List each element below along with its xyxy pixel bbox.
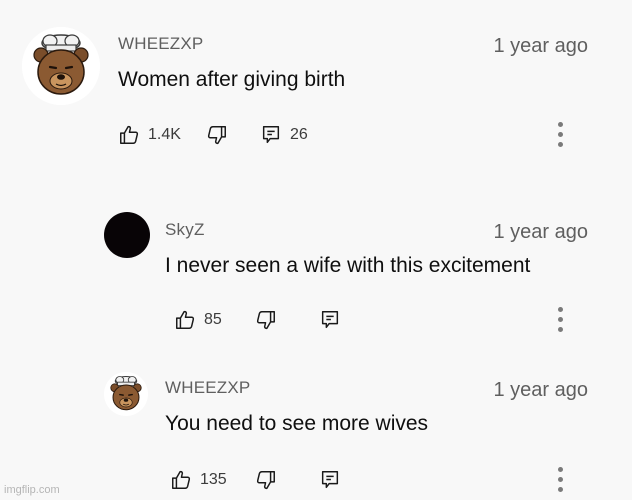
thumbs-up-icon (172, 470, 191, 489)
dislike-button[interactable] (255, 305, 277, 335)
like-count: 135 (200, 471, 227, 488)
thumbs-down-icon (256, 471, 275, 490)
reply-comment: SkyZ 1 year ago I never seen a wife with… (0, 180, 632, 350)
reply-button[interactable]: 26 (260, 120, 308, 150)
reply-button[interactable] (319, 305, 341, 335)
dislike-button[interactable] (255, 465, 277, 495)
like-button[interactable]: 135 (170, 465, 227, 495)
avatar[interactable] (104, 372, 148, 416)
comment-text: You need to see more wives (165, 412, 429, 435)
reply-count: 26 (290, 126, 308, 143)
comment-timestamp[interactable]: 1 year ago (493, 379, 588, 402)
chef-bear-icon (22, 27, 100, 105)
comment-thread: WHEEZXP 1 year ago Women after giving bi… (0, 0, 632, 180)
reply-icon (321, 311, 339, 329)
thumbs-down-icon (207, 126, 226, 145)
reply-icon (262, 126, 280, 144)
more-options-button[interactable] (555, 307, 565, 337)
more-options-button[interactable] (555, 122, 565, 152)
avatar[interactable] (22, 27, 100, 105)
more-vert-icon (558, 122, 563, 127)
comment-text: Women after giving birth (118, 68, 346, 91)
thumbs-down-icon (256, 311, 275, 330)
thumbs-up-icon (176, 310, 195, 329)
comment-timestamp[interactable]: 1 year ago (493, 221, 588, 244)
comment-actions: 135 (170, 465, 588, 495)
reply-comment: WHEEZXP 1 year ago You need to see more … (0, 350, 632, 500)
more-vert-icon (558, 307, 563, 312)
avatar[interactable] (104, 212, 150, 258)
comment-actions: 85 (174, 305, 588, 335)
comment-actions: 1.4K 26 (118, 120, 588, 150)
more-options-button[interactable] (555, 467, 565, 497)
reply-button[interactable] (319, 465, 341, 495)
comment-author[interactable]: SkyZ (165, 220, 205, 240)
dislike-button[interactable] (206, 120, 228, 150)
more-vert-icon (558, 467, 563, 472)
like-count: 1.4K (148, 126, 181, 143)
like-button[interactable]: 1.4K (118, 120, 181, 150)
comment-timestamp[interactable]: 1 year ago (493, 35, 588, 58)
comment-author[interactable]: WHEEZXP (118, 34, 203, 54)
watermark: imgflip.com (4, 484, 60, 496)
reply-icon (321, 471, 339, 489)
comment-author[interactable]: WHEEZXP (165, 378, 250, 398)
like-count: 85 (204, 311, 222, 328)
thumbs-up-icon (120, 125, 139, 144)
comment-text: I never seen a wife with this excitement (165, 254, 531, 277)
like-button[interactable]: 85 (174, 305, 222, 335)
chef-bear-icon (104, 372, 148, 416)
